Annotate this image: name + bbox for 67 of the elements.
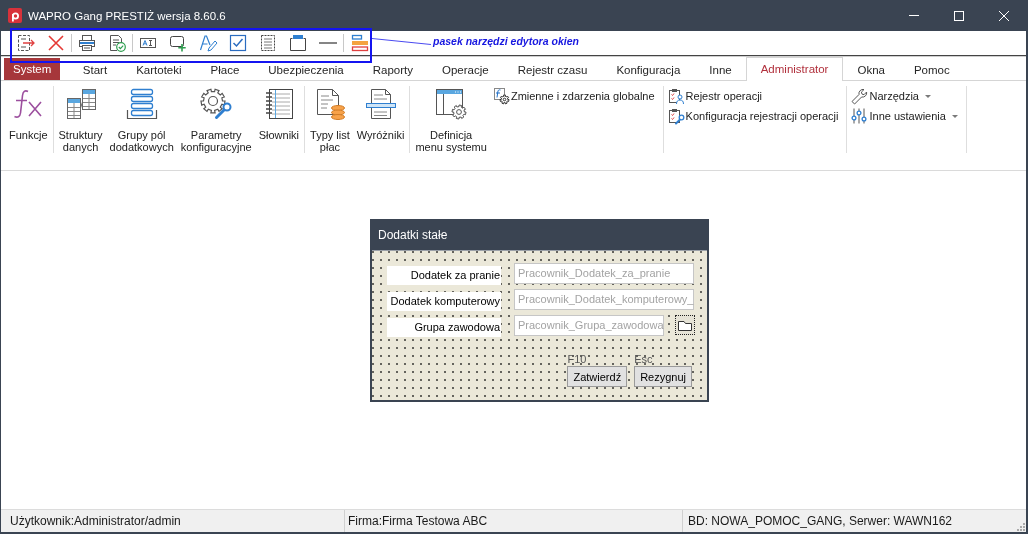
resize-grip-icon[interactable] — [1017, 523, 1025, 531]
menu-tab[interactable]: Raporty — [358, 58, 428, 81]
wrench-icon — [851, 88, 868, 104]
ribbon-button[interactable]: Grupy pól dodatkowych — [108, 88, 175, 170]
app-logo-icon — [8, 8, 22, 23]
window-title: WAPRO Gang PRESTIŻ wersja 8.60.6 — [28, 9, 226, 22]
function-icon — [12, 88, 45, 120]
field-label: Grupa zawodowa — [387, 318, 501, 337]
menu-tab[interactable]: Kartoteki — [121, 58, 197, 81]
menu-tab[interactable]: Ubezpieczenia — [253, 58, 359, 81]
folder-icon — [678, 319, 692, 331]
ribbon-button[interactable]: Funkcje — [8, 88, 49, 170]
ribbon-button[interactable]: Zmienne i zdarzenia globalne — [492, 88, 655, 104]
cross-icon[interactable] — [47, 34, 65, 52]
app-menu-tab[interactable]: System — [4, 58, 61, 80]
letter-pen-icon[interactable] — [199, 34, 217, 52]
ribbon-button[interactable]: Narzędzia — [851, 88, 958, 104]
tables-icon — [64, 88, 97, 120]
ribbon-button[interactable]: Słowniki — [257, 88, 301, 170]
field-label: Dodatek za pranie — [387, 266, 501, 285]
printer-icon[interactable] — [78, 34, 96, 52]
leader-line — [372, 38, 431, 45]
ribbon-button[interactable]: Inne ustawienia — [851, 108, 958, 124]
shortcut-label: F10 — [567, 353, 587, 365]
ribbon-button[interactable]: Wyróżniki — [355, 88, 406, 170]
menu-tab[interactable]: Pomoc — [899, 58, 965, 81]
menu-tab[interactable]: Płace — [196, 58, 254, 81]
shortcut-label: Esc — [634, 353, 653, 365]
minimize-icon[interactable] — [908, 15, 919, 16]
window-gear-icon — [435, 88, 468, 120]
menu-tab[interactable]: Rejestr czasu — [503, 58, 602, 81]
field-label: Dodatek komputerowy — [387, 292, 501, 311]
document-highlight-icon — [364, 88, 397, 120]
group-box-icon[interactable] — [289, 34, 307, 52]
list-box-icon[interactable] — [259, 34, 277, 52]
ribbon-button[interactable]: Konfiguracja rejestracji operacji — [667, 108, 839, 124]
clipboard-wrench-icon — [667, 108, 684, 124]
document-check-icon[interactable] — [108, 34, 126, 52]
ribbon-button[interactable]: Struktury danych — [57, 88, 104, 170]
dialog-title: Dodatki stałe — [378, 227, 448, 242]
ribbon-button[interactable]: Typy list płac — [309, 88, 351, 170]
clipboard-person-icon — [667, 88, 684, 104]
maximize-icon[interactable] — [953, 10, 964, 21]
dialog-button[interactable]: Rezygnuj — [634, 366, 692, 387]
bars-icon[interactable] — [350, 34, 368, 52]
ribbon-button[interactable]: Definicja menu systemu — [414, 88, 488, 170]
status-text: Użytkownik:Administrator/admin — [10, 514, 181, 528]
menu-tab[interactable]: Okna — [842, 58, 900, 81]
ribbon-button[interactable]: Rejestr operacji — [667, 88, 839, 104]
menu-tab[interactable]: Start — [68, 58, 122, 81]
status-text: Firma:Firma Testowa ABC — [348, 514, 488, 528]
menu-tab[interactable]: Administrator — [746, 57, 843, 81]
dialog-button[interactable]: Zatwierdź — [567, 366, 628, 387]
stack-icon — [125, 88, 158, 120]
sliders-icon — [851, 108, 868, 124]
status-text: BD: NOWA_POMOC_GANG, Serwer: WAWN162 — [688, 514, 953, 528]
rectangle-plus-icon[interactable] — [169, 34, 187, 52]
checkbox-icon[interactable] — [229, 34, 247, 52]
function-gear-icon — [492, 88, 509, 104]
window-arrow-icon[interactable] — [17, 34, 35, 52]
menu-tab[interactable]: Konfiguracja — [601, 58, 695, 81]
menu-tab[interactable]: Operacje — [427, 58, 504, 81]
ribbon-button[interactable]: Parametry konfiguracyjne — [179, 88, 253, 170]
close-icon[interactable] — [998, 10, 1009, 21]
annotation-text: pasek narzędzi edytora okien — [433, 35, 579, 47]
menu-tab[interactable]: Inne — [694, 58, 747, 81]
gear-wrench-icon — [200, 88, 233, 120]
